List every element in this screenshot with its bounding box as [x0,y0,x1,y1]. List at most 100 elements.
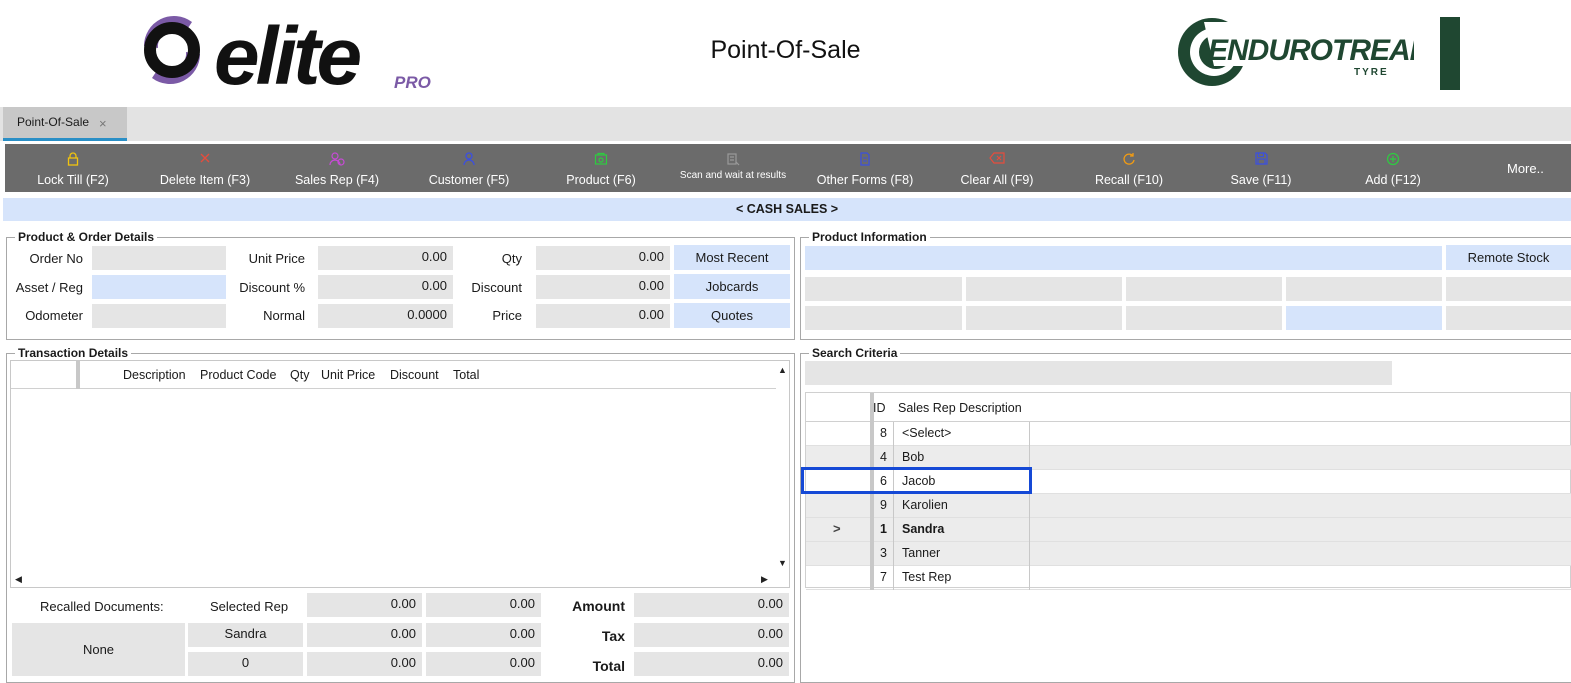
quotes-button[interactable]: Quotes [674,303,790,328]
most-recent-button[interactable]: Most Recent [674,245,790,270]
sales-rep-label: Sales Rep (F4) [294,173,380,187]
product-info-field[interactable] [805,246,1442,270]
col-discount[interactable]: Discount [390,368,439,382]
summary-value: 0.00 [307,652,422,676]
price-field[interactable]: 0.00 [536,304,670,328]
other-forms-button[interactable]: Other Forms (F8) [799,144,931,192]
remote-stock-button[interactable]: Remote Stock [1446,245,1571,270]
transaction-title: Transaction Details [15,346,132,360]
order-no-field[interactable] [92,246,226,270]
col-qty[interactable]: Qty [290,368,309,382]
more-button[interactable]: More.. [1507,161,1544,176]
col-product-code[interactable]: Product Code [200,368,276,382]
price-label: Price [492,308,522,323]
product-info-cell [966,306,1122,330]
save-button[interactable]: Save (F11) [1195,144,1327,192]
discount-field[interactable]: 0.00 [536,275,670,299]
add-icon [1386,152,1400,166]
col-id[interactable]: ID [873,401,886,415]
scan-button[interactable]: Scan and wait at results [667,144,799,192]
normal-label: Normal [263,308,305,323]
odometer-label: Odometer [25,308,83,323]
sales-rep-row[interactable]: 7 Test Rep [806,566,1571,590]
customer-icon [463,152,475,166]
delete-icon [200,153,210,163]
col-sales-rep-description[interactable]: Sales Rep Description [898,401,1022,415]
header-accent-bar [1440,17,1460,90]
save-icon [1254,152,1268,165]
discount-pct-field[interactable]: 0.00 [318,275,453,299]
row-selector[interactable] [806,542,870,566]
search-input[interactable] [805,361,1392,385]
qty-field[interactable]: 0.00 [536,246,670,270]
endurotread-logo-text: ENDUROTREAD [1208,34,1414,67]
summary-value: 0.00 [426,593,541,617]
order-no-label: Order No [29,251,83,266]
unit-price-field[interactable]: 0.00 [318,246,453,270]
tab-point-of-sale[interactable]: Point-Of-Sale × [3,107,127,141]
rep-count-field: 0 [188,652,303,676]
customer-button[interactable]: Customer (F5) [403,144,535,192]
sales-rep-row[interactable]: 9 Karolien [806,494,1571,518]
customer-label: Customer (F5) [428,173,510,187]
scan-label: Scan and wait at results [679,170,787,181]
col-total[interactable]: Total [453,368,479,382]
product-info-title: Product Information [809,230,930,244]
row-selector[interactable] [806,566,870,590]
sales-rep-id: 9 [880,498,887,512]
sales-rep-row[interactable]: 8 <Select> [806,422,1571,446]
save-label: Save (F11) [1230,173,1292,187]
recall-icon [1123,153,1135,165]
sales-rep-row[interactable]: 3 Tanner [806,542,1571,566]
row-selector[interactable] [806,422,870,446]
row-selector[interactable] [806,494,870,518]
sales-rep-grid-header: ID Sales Rep Description [806,393,1571,422]
sales-rep-button[interactable]: Sales Rep (F4) [271,144,403,192]
product-info-cell [1286,306,1442,330]
tax-label: Tax [601,628,625,644]
recall-button[interactable]: Recall (F10) [1063,144,1195,192]
tab-close-icon[interactable]: × [99,116,107,131]
product-order-title: Product & Order Details [15,230,158,244]
amount-field: 0.00 [634,593,789,617]
lock-till-button[interactable]: Lock Till (F2) [7,144,139,192]
odometer-field[interactable] [92,304,226,328]
product-label: Product (F6) [566,173,636,187]
transaction-grid[interactable]: Description Product Code Qty Unit Price … [10,360,790,588]
jobcards-button[interactable]: Jobcards [674,274,790,299]
scroll-right-icon[interactable]: ▶ [761,574,768,585]
delete-item-label: Delete Item (F3) [159,173,251,187]
scan-icon [727,153,740,166]
sales-rep-name: Test Rep [893,566,1030,590]
tyre-logo-text: TYRE [1354,67,1389,78]
asset-reg-label: Asset / Reg [15,280,83,295]
product-info-cell [805,277,962,301]
add-button[interactable]: Add (F12) [1327,144,1459,192]
qty-label: Qty [501,251,522,266]
sales-rep-id: 3 [880,546,887,560]
scroll-up-icon[interactable]: ▲ [778,365,787,375]
clear-all-button[interactable]: Clear All (F9) [931,144,1063,192]
amount-label: Amount [572,598,625,614]
sales-rep-name: Sandra [893,518,1030,542]
scroll-left-icon[interactable]: ◀ [15,574,22,585]
summary-value: 0.00 [307,623,422,647]
normal-field[interactable]: 0.0000 [318,304,453,328]
product-icon [594,152,608,165]
tax-field: 0.00 [634,623,789,647]
col-unit-price[interactable]: Unit Price [321,368,375,382]
sales-rep-row-current[interactable]: > 1 Sandra [806,518,1571,542]
product-info-cell [1126,277,1282,301]
asset-reg-field[interactable] [92,275,226,299]
sales-rep-id: 1 [880,522,887,536]
sales-rep-id: 4 [880,450,887,464]
row-header-divider [76,361,80,389]
col-description[interactable]: Description [123,368,186,382]
other-forms-label: Other Forms (F8) [816,173,914,187]
header: elite PRO Point-Of-Sale ENDUROTREAD TYRE [0,0,1571,107]
product-info-cell [1126,306,1282,330]
delete-item-button[interactable]: Delete Item (F3) [139,144,271,192]
product-button[interactable]: Product (F6) [535,144,667,192]
scroll-down-icon[interactable]: ▼ [778,558,787,568]
pro-logo-text: PRO [394,73,431,92]
